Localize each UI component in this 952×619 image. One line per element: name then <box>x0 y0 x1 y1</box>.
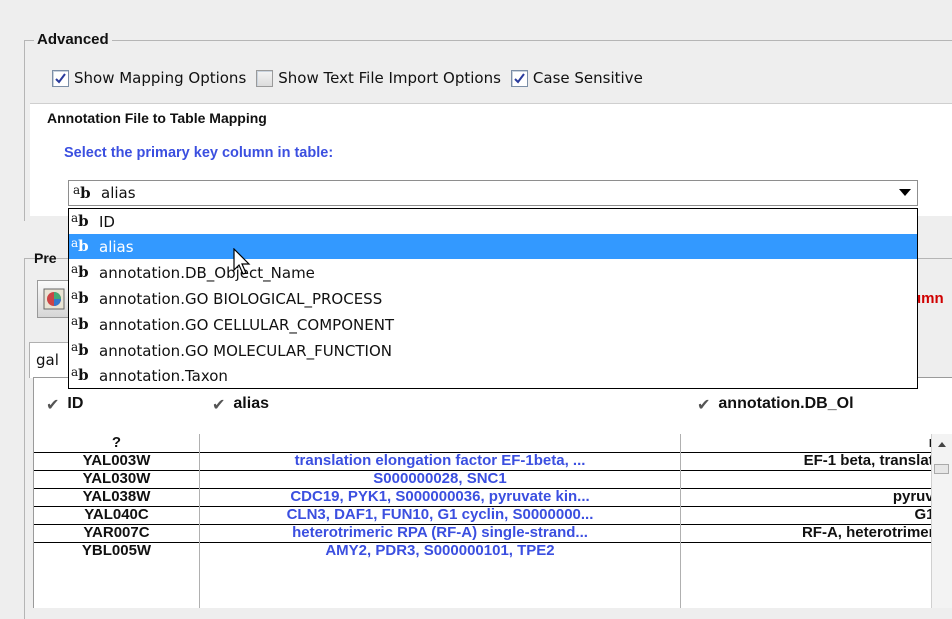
mouse-cursor-icon <box>233 248 251 275</box>
scroll-up-icon <box>938 442 946 447</box>
advanced-options-row: Show Mapping Options Show Text File Impo… <box>52 64 653 92</box>
dropdown-option-go-cellular-component[interactable]: ab annotation.GO CELLULAR_COMPONENT <box>69 312 917 337</box>
table-row[interactable]: YAL030W S000000028, SNC1 <box>34 470 952 489</box>
preview-group-title: Pre <box>34 250 57 266</box>
case-sensitive-label: Case Sensitive <box>532 69 643 87</box>
check-icon: ✔ <box>46 394 60 414</box>
table-icon <box>43 288 65 310</box>
check-icon: ✔ <box>697 394 711 414</box>
case-sensitive-checkbox[interactable]: Case Sensitive <box>510 69 643 87</box>
string-type-icon: ab <box>71 340 89 359</box>
table-row[interactable]: YAR007C heterotrimeric RPA (RF-A) single… <box>34 524 952 543</box>
dropdown-option-alias[interactable]: ab alias <box>69 234 917 259</box>
check-icon: ✔ <box>212 394 226 414</box>
tab-preview[interactable]: gal <box>29 342 71 378</box>
dropdown-option-id[interactable]: ab ID <box>69 209 917 234</box>
combobox-selected-value: alias <box>101 184 136 202</box>
vertical-scrollbar[interactable] <box>931 434 952 608</box>
chevron-down-icon <box>899 189 911 196</box>
dropdown-option-go-biological-process[interactable]: ab annotation.GO BIOLOGICAL_PROCESS <box>69 286 917 311</box>
string-type-icon: ab <box>71 262 89 281</box>
column-divider <box>680 434 681 608</box>
show-text-file-import-options-checkbox[interactable]: Show Text File Import Options <box>256 69 501 87</box>
primary-key-dropdown-list[interactable]: ab ID ab alias ab annotation.DB_Object_N… <box>68 208 918 389</box>
table-row[interactable]: ? nu <box>34 434 952 453</box>
primary-key-label: Select the primary key column in table: <box>64 145 334 161</box>
checkbox-checked-icon <box>52 69 69 87</box>
show-mapping-options-label: Show Mapping Options <box>74 69 247 87</box>
table-row[interactable]: YAL038W CDC19, PYK1, S000000036, pyruvat… <box>34 488 952 507</box>
table-row[interactable]: YAL003W translation elongation factor EF… <box>34 452 952 471</box>
column-divider <box>199 434 200 608</box>
dropdown-arrow-button[interactable] <box>893 181 917 205</box>
show-mapping-options-checkbox[interactable]: Show Mapping Options <box>52 69 246 87</box>
table-row[interactable]: YBL005W AMY2, PDR3, S000000101, TPE2 <box>34 542 952 560</box>
dropdown-option-taxon[interactable]: ab annotation.Taxon <box>69 363 917 388</box>
string-type-icon: ab <box>71 365 89 384</box>
string-type-icon: ab <box>73 182 91 202</box>
checkbox-unchecked-icon <box>256 69 274 87</box>
string-type-icon: ab <box>71 236 89 255</box>
show-text-file-import-options-label: Show Text File Import Options <box>278 69 501 87</box>
dropdown-option-db-object-name[interactable]: ab annotation.DB_Object_Name <box>69 260 917 285</box>
mapping-panel-title: Annotation File to Table Mapping <box>47 110 267 126</box>
string-type-icon: ab <box>71 211 89 230</box>
string-type-icon: ab <box>71 288 89 307</box>
preview-action-button[interactable] <box>37 280 71 318</box>
advanced-group-title: Advanced <box>34 31 112 48</box>
checkbox-checked-icon <box>510 69 528 87</box>
string-type-icon: ab <box>71 314 89 333</box>
preview-table: ✔ ID ✔ alias ✔ annotation.DB_Ol ? nu YAL… <box>33 377 952 608</box>
primary-key-combobox[interactable]: ab alias <box>68 180 918 206</box>
dropdown-option-go-molecular-function[interactable]: ab annotation.GO MOLECULAR_FUNCTION <box>69 338 917 363</box>
scrollbar-thumb[interactable] <box>934 464 949 474</box>
table-row[interactable]: YAL040C CLN3, DAF1, FUN10, G1 cyclin, S0… <box>34 506 952 525</box>
